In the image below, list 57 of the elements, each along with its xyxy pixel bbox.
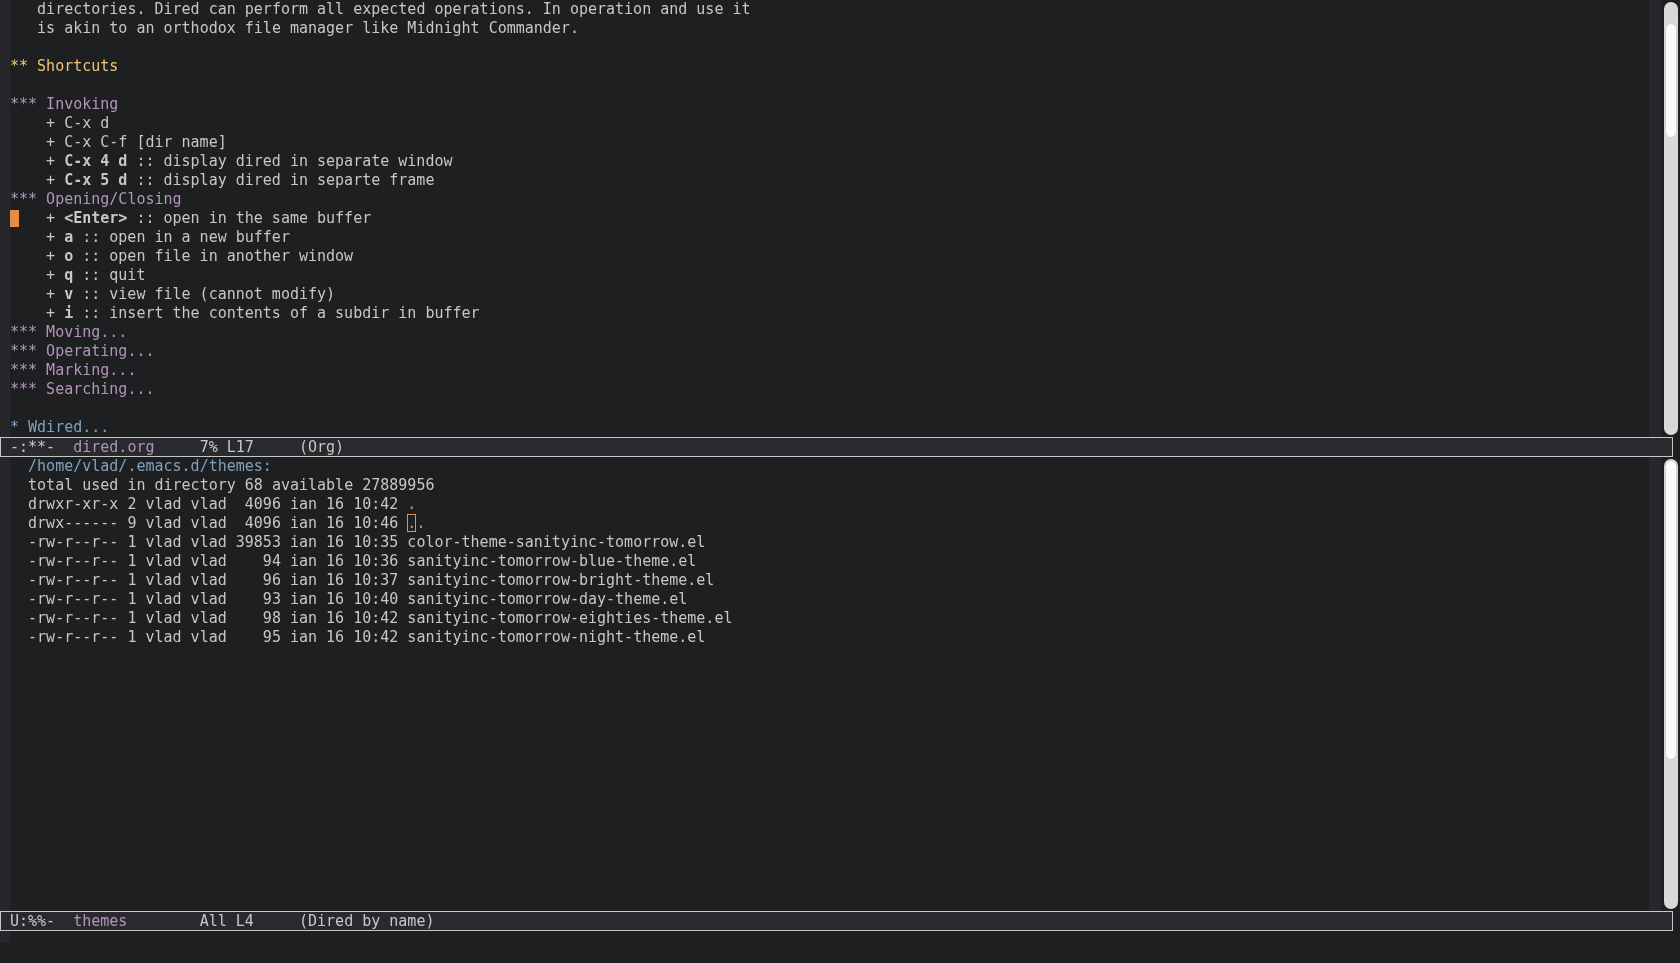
file-name[interactable]: .. <box>407 514 426 533</box>
file-name[interactable]: sanityinc-tomorrow-day-theme.el <box>407 590 688 609</box>
file-attributes: drwxr-xr-x 2 vlad vlad 4096 ian 16 10:42 <box>28 495 399 514</box>
list-item: + C-x C-f [dir name] <box>46 133 227 152</box>
file-attributes: -rw-r--r-- 1 vlad vlad 98 ian 16 10:42 <box>28 609 399 628</box>
file-attributes: drwx------ 9 vlad vlad 4096 ian 16 10:46 <box>28 514 399 533</box>
file-row[interactable]: -rw-r--r-- 1 vlad vlad 95 ian 16 10:42 sanityinc-tomorrow-night-theme.el <box>10 628 1649 647</box>
list-item: + C-x 5 d :: display dired in separte frame <box>46 171 435 190</box>
file-name[interactable]: color-theme-sanityinc-tomorrow.el <box>407 533 706 552</box>
scrollbar[interactable] <box>1664 459 1678 909</box>
outline-heading: * Wdired... <box>10 418 110 437</box>
outline-heading: *** Moving... <box>10 323 128 342</box>
list-item: + v :: view file (cannot modify) <box>46 285 336 304</box>
list-item: + a :: open in a new buffer <box>46 228 290 247</box>
file-row[interactable]: drwx------ 9 vlad vlad 4096 ian 16 10:46 .. <box>10 514 1649 533</box>
modified-flags: U:%%- <box>10 912 56 930</box>
file-row[interactable]: -rw-r--r-- 1 vlad vlad 39853 ian 16 10:35 color-theme-sanityinc-tomorrow.el <box>10 533 1649 552</box>
buffer-name: themes <box>73 912 128 930</box>
paragraph-line: is akin to an orthodox file manager like Midnight Commander. <box>36 19 579 38</box>
file-attributes: -rw-r--r-- 1 vlad vlad 96 ian 16 10:37 <box>28 571 399 590</box>
outline-heading: *** Operating... <box>10 342 155 361</box>
file-name[interactable]: sanityinc-tomorrow-blue-theme.el <box>407 552 697 571</box>
box-cursor: . <box>407 514 417 532</box>
list-item: + <Enter> :: open in the same buffer <box>46 209 372 228</box>
list-item: + o :: open file in another window <box>46 247 354 266</box>
buffer-position: 7% L17 <box>199 438 254 456</box>
file-row[interactable]: -rw-r--r-- 1 vlad vlad 98 ian 16 10:42 sanityinc-tomorrow-eighties-theme.el <box>10 609 1649 628</box>
list-item: + C-x 4 d :: display dired in separate window <box>46 152 453 171</box>
file-row[interactable]: -rw-r--r-- 1 vlad vlad 94 ian 16 10:36 sanityinc-tomorrow-blue-theme.el <box>10 552 1649 571</box>
list-item: + C-x d <box>46 114 110 133</box>
major-mode: (Dired by name) <box>299 912 435 930</box>
outline-heading: ** Shortcuts <box>10 57 119 76</box>
file-attributes: -rw-r--r-- 1 vlad vlad 39853 ian 16 10:35 <box>28 533 399 552</box>
file-name[interactable]: . <box>407 495 417 514</box>
outline-heading: *** Invoking <box>10 95 119 114</box>
buffer-position: All L4 <box>199 912 254 930</box>
directory-header: /home/vlad/.emacs.d/themes: <box>28 457 272 476</box>
outline-heading: *** Marking... <box>10 361 137 380</box>
file-attributes: -rw-r--r-- 1 vlad vlad 94 ian 16 10:36 <box>28 552 399 571</box>
paragraph-line: directories. Dired can perform all expected operations. In operation and use it <box>36 0 751 19</box>
file-row[interactable]: -rw-r--r-- 1 vlad vlad 96 ian 16 10:37 sanityinc-tomorrow-bright-theme.el <box>10 571 1649 590</box>
outline-heading: *** Opening/Closing <box>10 190 182 209</box>
outline-heading: *** Searching... <box>10 380 155 399</box>
scrollbar[interactable] <box>1664 2 1678 435</box>
file-name[interactable]: sanityinc-tomorrow-bright-theme.el <box>407 571 715 590</box>
buffer-name: dired.org <box>73 438 155 456</box>
directory-summary: total used in directory 68 available 27889956 <box>28 476 435 495</box>
file-row[interactable]: drwxr-xr-x 2 vlad vlad 4096 ian 16 10:42 . <box>10 495 1649 514</box>
file-attributes: -rw-r--r-- 1 vlad vlad 95 ian 16 10:42 <box>28 628 399 647</box>
major-mode: (Org) <box>299 438 345 456</box>
file-attributes: -rw-r--r-- 1 vlad vlad 93 ian 16 10:40 <box>28 590 399 609</box>
list-item: + i :: insert the contents of a subdir in buffer <box>46 304 480 323</box>
file-name[interactable]: sanityinc-tomorrow-night-theme.el <box>407 628 706 647</box>
file-name[interactable]: sanityinc-tomorrow-eighties-theme.el <box>407 609 733 628</box>
list-item: + q :: quit <box>46 266 146 285</box>
file-row[interactable]: -rw-r--r-- 1 vlad vlad 93 ian 16 10:40 sanityinc-tomorrow-day-theme.el <box>10 590 1649 609</box>
modified-flags: -:**- <box>10 438 56 456</box>
